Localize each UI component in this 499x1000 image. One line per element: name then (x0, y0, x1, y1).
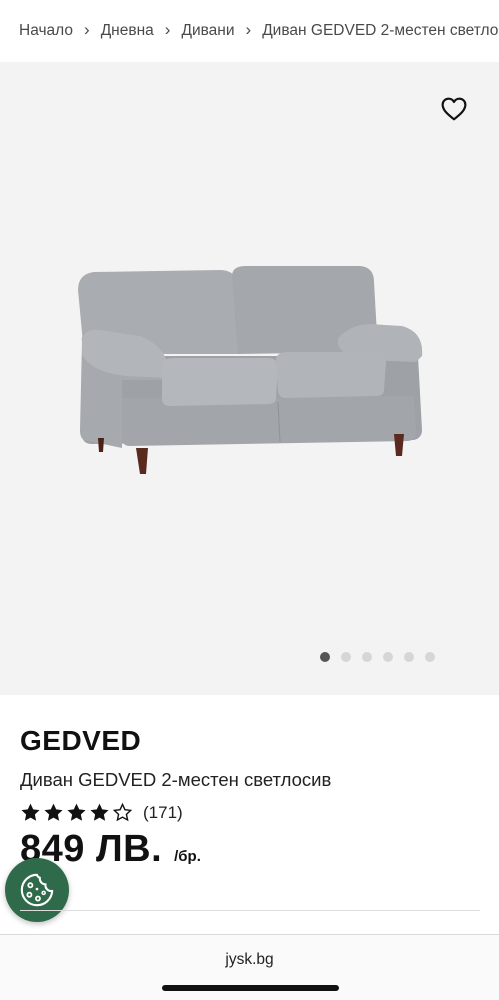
product-image-sofa (78, 266, 423, 474)
star-empty-icon (112, 802, 133, 822)
star-filled-icon (67, 803, 86, 821)
cookie-settings-button[interactable] (5, 858, 69, 922)
gallery-dot[interactable] (362, 652, 372, 662)
product-brand: GEDVED (20, 725, 142, 756)
chevron-right-icon: › (84, 20, 90, 39)
price-unit: /бр. (174, 848, 201, 865)
breadcrumb: Начало › Дневна › Дивани › Диван GEDVED … (0, 0, 499, 62)
cookie-icon (20, 873, 54, 907)
gallery-dot[interactable] (341, 652, 351, 662)
gallery-dot[interactable] (425, 652, 435, 662)
gallery-pagination (320, 652, 435, 662)
gallery-dot[interactable] (383, 652, 393, 662)
breadcrumb-item-home[interactable]: Начало (19, 22, 73, 40)
divider (20, 910, 480, 911)
star-filled-icon (44, 803, 63, 821)
chevron-right-icon: › (164, 20, 171, 39)
product-image-gallery[interactable] (0, 62, 499, 695)
star-filled-icon (21, 803, 40, 821)
product-title: Диван GEDVED 2-местен светлосив (20, 769, 332, 790)
breadcrumb-item-sofas[interactable]: Дивани (181, 22, 234, 40)
breadcrumb-item-current: Диван GEDVED 2-местен светлосив (262, 22, 499, 39)
breadcrumb-item-living-room[interactable]: Дневна (101, 22, 154, 40)
product-rating[interactable]: (171) (20, 802, 183, 823)
browser-address-bar[interactable]: jysk.bg (0, 934, 499, 1000)
gallery-dot[interactable] (320, 652, 330, 662)
heart-icon[interactable] (441, 97, 467, 121)
star-filled-icon (90, 803, 109, 821)
home-indicator (162, 985, 339, 991)
review-count[interactable]: (171) (143, 803, 183, 823)
gallery-dot[interactable] (404, 652, 414, 662)
chevron-right-icon: › (245, 20, 252, 39)
url-label[interactable]: jysk.bg (0, 951, 499, 969)
